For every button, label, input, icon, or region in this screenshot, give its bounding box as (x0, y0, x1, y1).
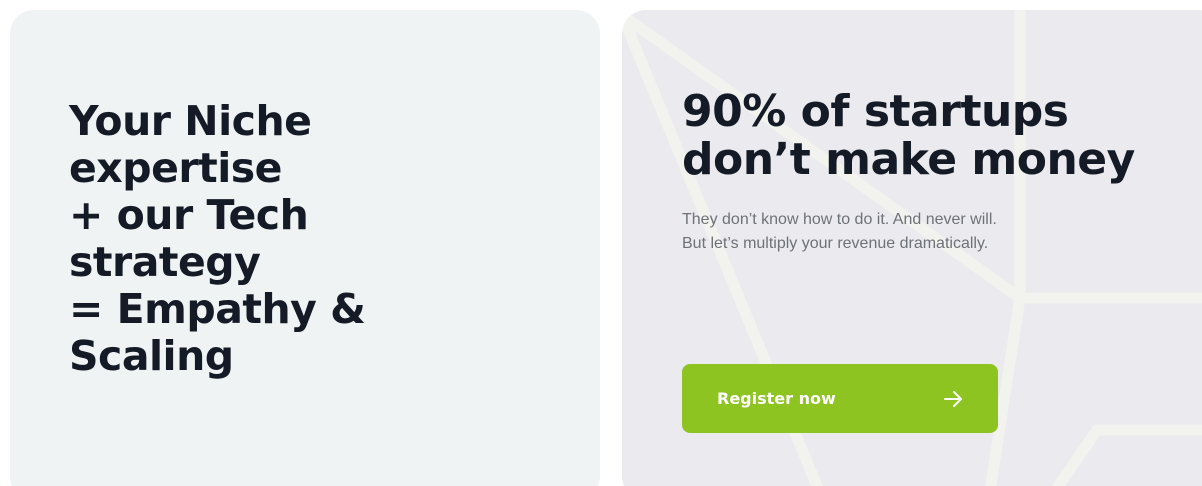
value-proposition-card: Your Niche expertise + our Tech strategy… (10, 10, 600, 486)
value-proposition-headline: Your Niche expertise + our Tech strategy… (69, 97, 366, 380)
startups-title: 90% of startups don’t make money (682, 86, 1135, 185)
register-now-label: Register now (717, 389, 836, 408)
register-now-button[interactable]: Register now (682, 364, 998, 433)
startups-card: 90% of startups don’t make money They do… (622, 10, 1202, 486)
page: Your Niche expertise + our Tech strategy… (0, 0, 1202, 486)
arrow-right-icon (944, 390, 962, 407)
startups-subtitle: They don’t know how to do it. And never … (682, 211, 997, 252)
